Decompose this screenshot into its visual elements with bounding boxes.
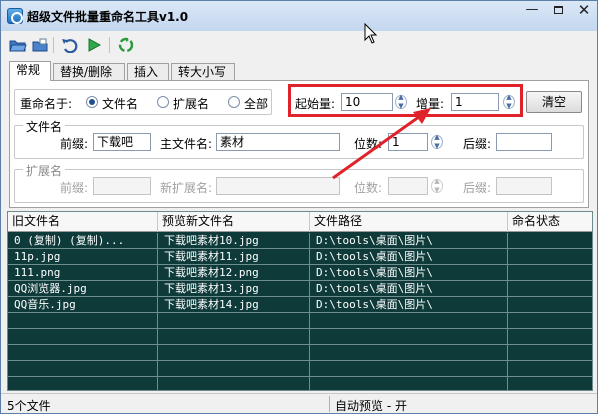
ext-suffix-input: [496, 177, 552, 195]
app-window: 超级文件批量重命名工具v1.0 — ✕ 常规 替换/删除 插入 转大小写 重命名…: [0, 0, 598, 414]
status-divider: [329, 396, 330, 412]
undo-icon[interactable]: [61, 37, 79, 53]
extension-group-title: 扩展名: [23, 162, 66, 179]
toolbar: [1, 31, 597, 59]
radio-filename-label[interactable]: 文件名: [102, 95, 138, 112]
tab-general[interactable]: 常规: [9, 61, 51, 81]
title-bar[interactable]: 超级文件批量重命名工具v1.0 — ✕: [1, 1, 597, 31]
empty-row: [8, 329, 592, 345]
toolbar-separator: [53, 37, 54, 53]
radio-filename[interactable]: [86, 96, 98, 108]
annotation-arrow: [332, 108, 431, 180]
table-row[interactable]: 0 (复制) (复制)... 下载吧素材10.jpg D:\tools\桌面\图…: [8, 233, 592, 249]
column-new-name[interactable]: 预览新文件名: [158, 212, 310, 232]
recycle-icon[interactable]: [117, 37, 135, 53]
open-files-icon[interactable]: [31, 37, 49, 53]
ext-prefix-input: [93, 177, 151, 195]
prefix-label: 前缀:: [60, 137, 89, 151]
table-header: 旧文件名 预览新文件名 文件路径 命名状态: [8, 212, 592, 232]
column-old-name[interactable]: 旧文件名: [8, 212, 158, 232]
table-row[interactable]: 11p.jpg 下载吧素材11.jpg D:\tools\桌面\图片\: [8, 249, 592, 265]
rename-on-label: 重命名于:: [20, 97, 73, 111]
empty-row: [8, 361, 592, 377]
old-name-cell: 0 (复制) (复制)...: [8, 233, 158, 249]
suffix-label: 后缀:: [463, 137, 492, 151]
filename-group-title: 文件名: [23, 118, 66, 135]
radio-all[interactable]: [228, 96, 240, 108]
empty-row: [8, 313, 592, 329]
tab-replace-delete[interactable]: 替换/删除: [53, 63, 125, 80]
table-row[interactable]: 111.png 下载吧素材12.png D:\tools\桌面\图片\: [8, 265, 592, 281]
old-name-cell: 11p.jpg: [8, 249, 158, 265]
mouse-cursor-icon: [364, 23, 378, 44]
new-name-cell: 下载吧素材10.jpg: [158, 233, 310, 249]
table-row[interactable]: QQ音乐.jpg 下载吧素材14.jpg D:\tools\桌面\图片\: [8, 297, 592, 313]
radio-extension-label[interactable]: 扩展名: [173, 95, 209, 112]
column-status[interactable]: 命名状态: [508, 212, 592, 232]
old-name-cell: QQ浏览器.jpg: [8, 281, 158, 297]
status-bar: 5个文件 自动预览 - 开: [1, 393, 597, 413]
app-icon: [7, 8, 23, 24]
status-cell: [508, 297, 592, 313]
auto-preview-status[interactable]: 自动预览 - 开: [335, 397, 407, 414]
path-cell: D:\tools\桌面\图片\: [310, 281, 508, 297]
tab-insert[interactable]: 插入: [127, 63, 169, 80]
radio-extension[interactable]: [157, 96, 169, 108]
new-name-cell: 下载吧素材12.png: [158, 265, 310, 281]
path-cell: D:\tools\桌面\图片\: [310, 233, 508, 249]
status-cell: [508, 233, 592, 249]
table-row[interactable]: QQ浏览器.jpg 下载吧素材13.jpg D:\tools\桌面\图片\: [8, 281, 592, 297]
new-ext-label: 新扩展名:: [160, 181, 213, 195]
ext-prefix-label: 前缀:: [60, 181, 89, 195]
new-name-cell: 下载吧素材14.jpg: [158, 297, 310, 313]
tab-case[interactable]: 转大小写: [171, 63, 235, 80]
path-cell: D:\tools\桌面\图片\: [310, 265, 508, 281]
path-cell: D:\tools\桌面\图片\: [310, 249, 508, 265]
clear-button[interactable]: 清空: [526, 91, 582, 113]
column-path[interactable]: 文件路径: [310, 212, 508, 232]
maximize-button[interactable]: [545, 1, 571, 21]
new-name-cell: 下载吧素材11.jpg: [158, 249, 310, 265]
open-folder-icon[interactable]: [9, 37, 27, 53]
empty-row: [8, 345, 592, 361]
radio-all-label[interactable]: 全部: [244, 95, 268, 112]
window-title: 超级文件批量重命名工具v1.0: [27, 10, 189, 24]
old-name-cell: 111.png: [8, 265, 158, 281]
run-icon[interactable]: [85, 37, 103, 53]
status-cell: [508, 249, 592, 265]
status-cell: [508, 265, 592, 281]
suffix-input[interactable]: [496, 133, 552, 151]
close-button[interactable]: ✕: [571, 1, 597, 21]
minimize-button[interactable]: —: [519, 1, 545, 21]
status-cell: [508, 281, 592, 297]
new-name-cell: 下载吧素材13.jpg: [158, 281, 310, 297]
empty-row: [8, 377, 592, 390]
ext-suffix-label: 后缀:: [463, 181, 492, 195]
prefix-input[interactable]: 下载吧: [93, 133, 151, 151]
main-name-label: 主文件名:: [160, 137, 213, 151]
maximize-icon: [553, 6, 563, 14]
spin-down-icon: ▼: [434, 186, 440, 194]
file-table[interactable]: 旧文件名 预览新文件名 文件路径 命名状态 0 (复制) (复制)... 下载吧…: [7, 211, 593, 391]
path-cell: D:\tools\桌面\图片\: [310, 297, 508, 313]
old-name-cell: QQ音乐.jpg: [8, 297, 158, 313]
file-count-status: 5个文件: [7, 399, 51, 413]
toolbar-separator: [109, 37, 110, 53]
